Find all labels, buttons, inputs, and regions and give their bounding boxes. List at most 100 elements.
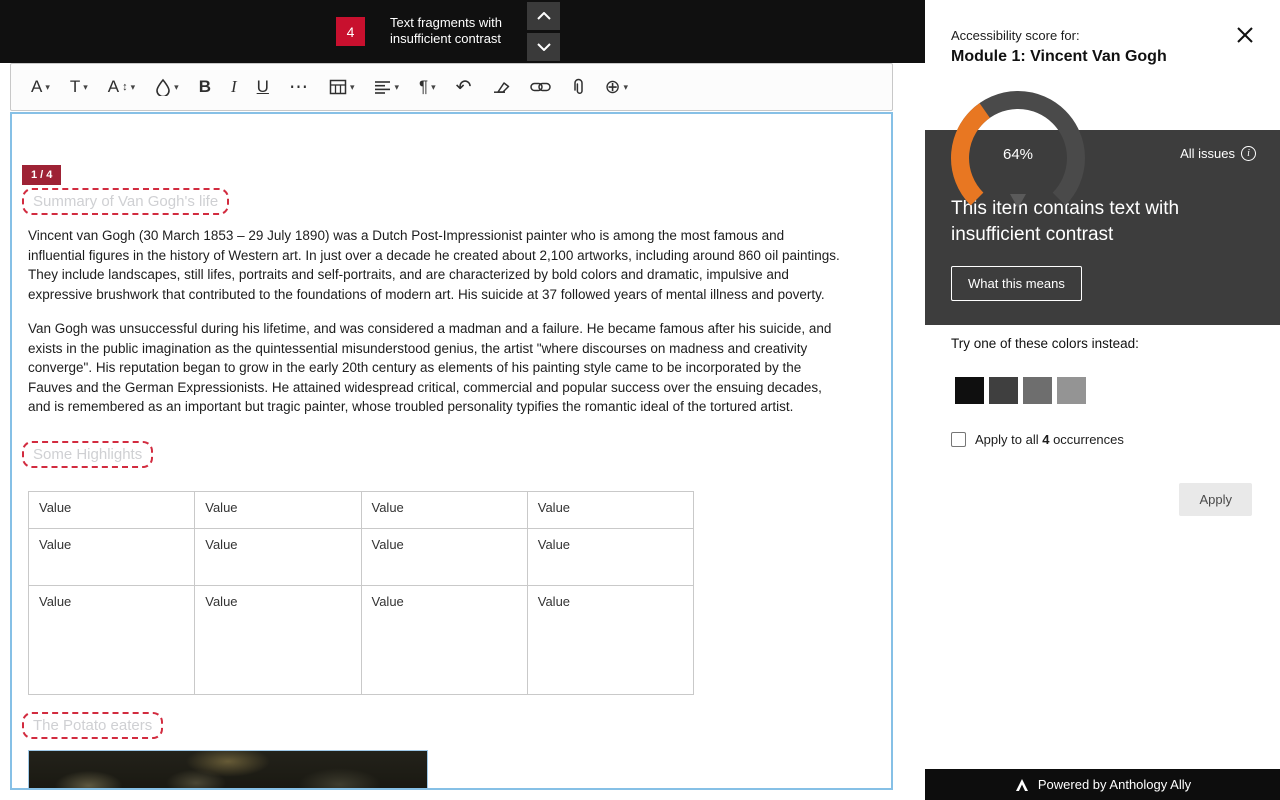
- font-color-icon: A: [31, 77, 42, 97]
- issue-banner-line1: Text fragments with: [390, 15, 502, 30]
- eraser-icon: [492, 79, 510, 95]
- close-icon: [1235, 25, 1255, 45]
- apply-all-row: Apply to all 4 occurrences: [951, 432, 1124, 447]
- color-swatch-2[interactable]: [988, 376, 1019, 405]
- color-swatches: [954, 376, 1087, 405]
- chevron-down-icon: ▾: [131, 82, 136, 93]
- what-this-means-button[interactable]: What this means: [951, 266, 1082, 301]
- paint-drop-icon: [155, 78, 171, 96]
- table-cell[interactable]: Value: [29, 586, 195, 695]
- pilcrow-icon: ¶: [419, 77, 428, 97]
- table-cell[interactable]: Value: [195, 586, 361, 695]
- paragraph-van-gogh-legacy[interactable]: Van Gogh was unsuccessful during his lif…: [28, 319, 842, 417]
- ally-footer[interactable]: Powered by Anthology Ally: [925, 769, 1280, 800]
- font-size-icon: A: [108, 77, 119, 97]
- insert-table-button[interactable]: ▾: [321, 70, 363, 104]
- lowcontrast-heading-potato-eaters[interactable]: The Potato eaters: [22, 712, 163, 739]
- table-cell[interactable]: Value: [195, 492, 361, 529]
- table-cell[interactable]: Value: [361, 492, 527, 529]
- issue-banner-line2: insufficient contrast: [390, 31, 501, 46]
- bold-icon: B: [199, 77, 211, 97]
- ally-panel: Accessibility score for: Module 1: Vince…: [925, 0, 1280, 800]
- undo-button[interactable]: ↶: [448, 70, 480, 104]
- italic-icon: I: [231, 77, 237, 97]
- chevron-down-icon: ▾: [350, 82, 355, 93]
- issue-banner-label: Text fragments with insufficient contras…: [390, 15, 502, 47]
- all-issues-link[interactable]: All issues i: [1180, 146, 1256, 161]
- all-issues-label: All issues: [1180, 146, 1235, 161]
- table-cell[interactable]: Value: [527, 492, 693, 529]
- paragraph-button[interactable]: ¶ ▾: [411, 70, 444, 104]
- insert-link-button[interactable]: [522, 70, 559, 104]
- rich-text-editor-content[interactable]: 1 / 4 Summary of Van Gogh's life Vincent…: [10, 112, 893, 790]
- chevron-down-icon: ▾: [394, 82, 399, 93]
- close-panel-button[interactable]: [1233, 24, 1257, 48]
- contrast-issues-banner: 4 Text fragments with insufficient contr…: [0, 0, 925, 63]
- apply-button[interactable]: Apply: [1179, 483, 1252, 516]
- highlight-color-button[interactable]: ▾: [147, 70, 187, 104]
- occurrence-count: 4: [1042, 432, 1049, 447]
- table-cell[interactable]: Value: [29, 529, 195, 586]
- lowcontrast-heading-highlights[interactable]: Some Highlights: [22, 441, 153, 468]
- table-cell[interactable]: Value: [527, 586, 693, 695]
- link-icon: [530, 81, 551, 93]
- align-button[interactable]: ▾: [366, 70, 407, 104]
- gauge-pointer-icon: [1010, 194, 1026, 208]
- color-swatch-1[interactable]: [954, 376, 985, 405]
- chevron-up-icon: [537, 12, 551, 20]
- text-style-icon: T: [70, 77, 80, 97]
- next-issue-button[interactable]: [527, 33, 560, 61]
- underline-button[interactable]: U: [249, 70, 277, 104]
- color-swatch-3[interactable]: [1022, 376, 1053, 405]
- table-row: Value Value Value Value: [29, 529, 694, 586]
- table-cell[interactable]: Value: [361, 586, 527, 695]
- potato-eaters-image[interactable]: [28, 750, 428, 790]
- try-colors-label: Try one of these colors instead:: [951, 336, 1139, 351]
- chevron-down-icon: ▾: [83, 82, 88, 93]
- table-cell[interactable]: Value: [527, 529, 693, 586]
- ally-accessibility-screen: 4 Text fragments with insufficient contr…: [0, 0, 1280, 800]
- attach-file-button[interactable]: [563, 70, 593, 104]
- chevron-down-icon: ▾: [174, 82, 179, 93]
- italic-button[interactable]: I: [223, 70, 245, 104]
- more-formatting-button[interactable]: ⋯: [281, 70, 317, 104]
- table-cell[interactable]: Value: [195, 529, 361, 586]
- info-icon: i: [1241, 146, 1256, 161]
- chevron-down-icon: ▾: [624, 82, 629, 93]
- chevron-down-icon: [537, 43, 551, 51]
- module-title: Module 1: Vincent Van Gogh: [951, 48, 1167, 66]
- underline-icon: U: [257, 77, 269, 97]
- paperclip-icon: [571, 78, 585, 96]
- plus-circle-icon: ⊕: [605, 76, 621, 99]
- font-size-button[interactable]: A ↕ ▾: [100, 70, 143, 104]
- clear-formatting-button[interactable]: [484, 70, 518, 104]
- rich-text-editor-toolbar: A ▾ T ▾ A ↕ ▾ ▾ B I U ⋯ ▾: [10, 63, 893, 111]
- color-swatch-4[interactable]: [1056, 376, 1087, 405]
- insert-content-button[interactable]: ⊕ ▾: [597, 70, 636, 104]
- anthology-logo-icon: [1014, 777, 1030, 793]
- table-row: Value Value Value Value: [29, 586, 694, 695]
- footer-label: Powered by Anthology Ally: [1038, 777, 1191, 792]
- align-left-icon: [374, 80, 391, 94]
- paragraph-van-gogh-bio[interactable]: Vincent van Gogh (30 March 1853 – 29 Jul…: [28, 226, 842, 304]
- table-cell[interactable]: Value: [29, 492, 195, 529]
- undo-arrow-icon: ↶: [456, 76, 472, 99]
- panel-title-label: Accessibility score for:: [951, 28, 1080, 43]
- apply-all-label: Apply to all 4 occurrences: [975, 432, 1124, 447]
- issue-navigation: [527, 2, 560, 61]
- issue-position-badge: 1 / 4: [22, 165, 61, 185]
- content-table: Value Value Value Value Value Value Valu…: [28, 491, 694, 695]
- table-icon: [329, 79, 347, 95]
- apply-all-checkbox[interactable]: [951, 432, 966, 447]
- ellipsis-icon: ⋯: [289, 76, 309, 99]
- chevron-down-icon: ▾: [431, 82, 436, 93]
- text-style-button[interactable]: T ▾: [62, 70, 96, 104]
- table-cell[interactable]: Value: [361, 529, 527, 586]
- score-value: 64%: [948, 146, 1088, 163]
- font-color-button[interactable]: A ▾: [23, 70, 58, 104]
- lowcontrast-heading-summary[interactable]: Summary of Van Gogh's life: [22, 188, 229, 215]
- resize-arrows-icon: ↕: [122, 81, 128, 93]
- issue-count-badge: 4: [336, 17, 365, 46]
- bold-button[interactable]: B: [191, 70, 219, 104]
- previous-issue-button[interactable]: [527, 2, 560, 30]
